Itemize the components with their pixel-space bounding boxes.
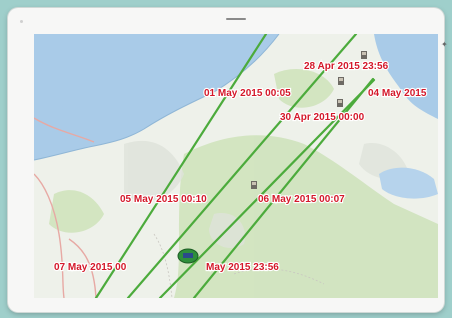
waypoint-icon <box>338 77 344 85</box>
label-may-2356: May 2015 23:56 <box>206 262 279 273</box>
label-28-apr: 28 Apr 2015 23:56 <box>304 61 389 72</box>
label-05-may: 05 May 2015 00:10 <box>120 194 207 205</box>
waypoint-icon <box>337 99 343 107</box>
label-01-may: 01 May 2015 00:05 <box>204 88 291 99</box>
label-07-may: 07 May 2015 00 <box>54 262 127 273</box>
boat-icon <box>177 248 199 264</box>
device-notch <box>226 18 246 20</box>
camera-dot <box>20 20 23 23</box>
waypoint-icon <box>361 51 367 59</box>
label-30-apr: 30 Apr 2015 00:00 <box>280 112 365 123</box>
waypoint-icon <box>251 181 257 189</box>
map-view[interactable]: 28 Apr 2015 23:56 01 May 2015 00:05 04 M… <box>34 34 438 298</box>
label-06-may: 06 May 2015 00:07 <box>258 194 345 205</box>
scroll-indicator-icon: ✦ <box>441 40 448 49</box>
label-04-may: 04 May 2015 <box>368 88 427 99</box>
